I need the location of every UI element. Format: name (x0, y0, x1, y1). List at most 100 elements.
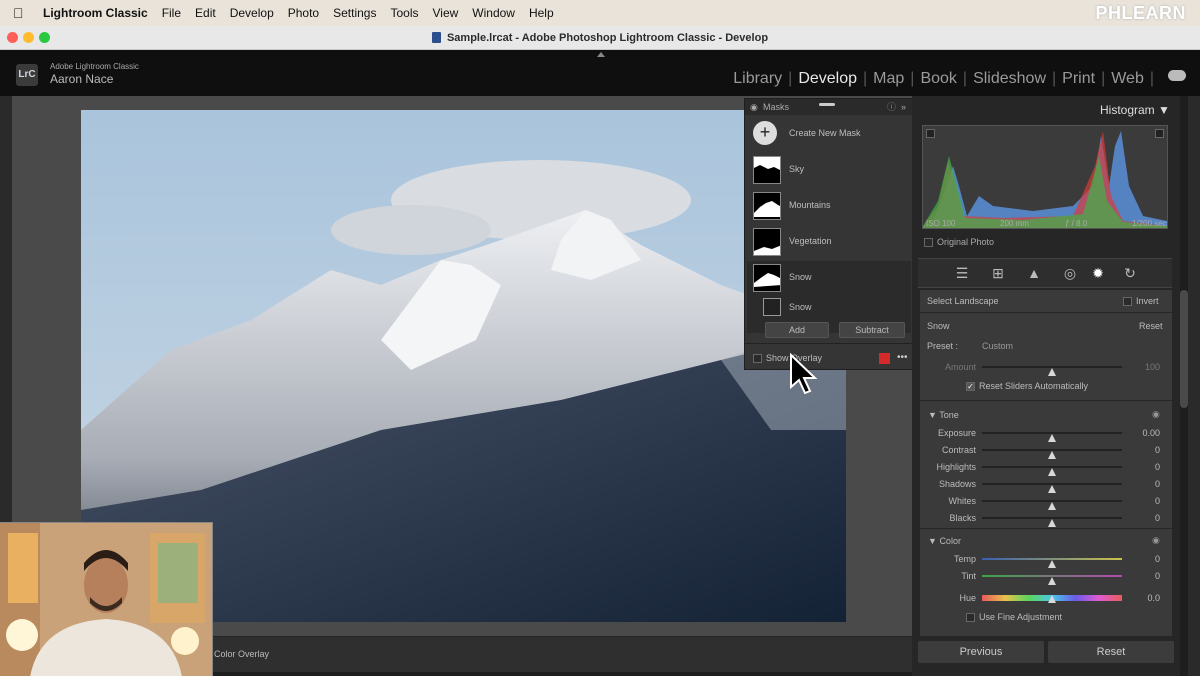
minimize-window-button[interactable] (23, 32, 34, 43)
checkbox-icon[interactable] (1123, 297, 1132, 307)
reset-sliders-checkbox[interactable]: ✓ Reset Sliders Automatically (966, 381, 1088, 392)
checkbox-icon[interactable] (924, 238, 933, 248)
highlights-slider[interactable] (982, 466, 1122, 476)
drag-handle[interactable] (819, 103, 835, 106)
slider-thumb[interactable] (1048, 485, 1056, 493)
histogram[interactable] (922, 125, 1168, 229)
slider-thumb[interactable] (1048, 451, 1056, 459)
temp-slider[interactable] (982, 558, 1122, 568)
menu-window[interactable]: Window (472, 6, 515, 20)
color-eye-icon[interactable]: ◉ (1152, 535, 1160, 546)
slider-thumb[interactable] (1048, 560, 1056, 568)
module-book[interactable]: Book (914, 70, 962, 88)
slider-thumb[interactable] (1048, 502, 1056, 510)
landscape-component-icon[interactable] (763, 298, 781, 316)
preset-select[interactable]: Custom (982, 341, 1013, 351)
highlight-clipping-toggle[interactable] (1155, 129, 1164, 138)
more-options-icon[interactable]: ••• (897, 352, 908, 363)
close-window-button[interactable] (7, 32, 18, 43)
red-eye-icon[interactable]: ◎ (1062, 265, 1078, 281)
slider-label: Shadows (938, 479, 976, 489)
slider-thumb[interactable] (1048, 468, 1056, 476)
slider-value[interactable]: 0.00 (1126, 428, 1160, 438)
edit-sliders-icon[interactable]: ☰ (954, 265, 970, 281)
tone-eye-icon[interactable]: ◉ (1152, 409, 1160, 420)
menu-develop[interactable]: Develop (230, 6, 274, 20)
slider-thumb[interactable] (1048, 434, 1056, 442)
mask-item-vegetation[interactable]: Vegetation (745, 225, 913, 259)
create-new-mask-button[interactable]: Create New Mask (789, 128, 861, 138)
menu-tools[interactable]: Tools (390, 6, 418, 20)
menu-help[interactable]: Help (529, 6, 554, 20)
right-panel-scrollbar[interactable] (1180, 290, 1188, 408)
menu-file[interactable]: File (162, 6, 181, 20)
invert-checkbox[interactable]: Invert (1123, 296, 1159, 307)
add-mask-button[interactable]: Add (765, 322, 829, 338)
subtract-mask-button[interactable]: Subtract (839, 322, 905, 338)
mask-item-sky[interactable]: Sky (745, 153, 913, 187)
menu-photo[interactable]: Photo (288, 6, 319, 20)
menu-app[interactable]: Lightroom Classic (43, 6, 148, 20)
module-print[interactable]: Print (1056, 70, 1101, 88)
menu-view[interactable]: View (432, 6, 458, 20)
cloud-icon[interactable] (1168, 70, 1186, 81)
checkbox-icon[interactable] (966, 613, 975, 623)
create-mask-plus-icon[interactable]: + (753, 121, 777, 145)
crop-icon[interactable]: ⊞ (990, 265, 1006, 281)
checkbox-icon[interactable] (753, 354, 762, 364)
module-slideshow[interactable]: Slideshow (967, 70, 1052, 88)
reset-icon[interactable]: ↻ (1122, 265, 1138, 281)
slider-value[interactable]: 0 (1126, 554, 1160, 564)
exposure-slider[interactable] (982, 432, 1122, 442)
overlay-color-swatch[interactable] (879, 353, 890, 364)
amount-value[interactable]: 100 (1126, 362, 1160, 372)
fine-adjustment-checkbox[interactable]: Use Fine Adjustment (966, 612, 1062, 623)
whites-slider[interactable] (982, 500, 1122, 510)
healing-eraser-icon[interactable]: ▲ (1026, 265, 1042, 281)
slider-thumb[interactable] (1048, 519, 1056, 527)
module-web[interactable]: Web (1105, 70, 1150, 88)
color-section-header[interactable]: ▼ Color (928, 536, 961, 546)
histogram-header[interactable]: Histogram ▼ (1100, 103, 1170, 117)
tone-section-header[interactable]: ▼ Tone (928, 410, 959, 420)
module-map[interactable]: Map (867, 70, 910, 88)
hue-slider[interactable] (982, 595, 1122, 603)
tint-slider[interactable] (982, 575, 1122, 585)
collapse-top-panel-icon[interactable] (597, 52, 605, 57)
original-photo-checkbox[interactable]: Original Photo (924, 237, 994, 248)
slider-value[interactable]: 0 (1126, 513, 1160, 523)
mask-item-snow[interactable]: Snow (745, 261, 913, 295)
slider-value[interactable]: 0.0 (1126, 593, 1160, 603)
slider-value[interactable]: 0 (1126, 571, 1160, 581)
previous-button[interactable]: Previous (918, 641, 1044, 663)
reset-button[interactable]: Reset (1048, 641, 1174, 663)
module-develop[interactable]: Develop (792, 70, 863, 88)
amount-slider[interactable] (982, 366, 1122, 376)
right-panel-edge[interactable] (1188, 96, 1200, 676)
slider-value[interactable]: 0 (1126, 479, 1160, 489)
collapse-icon[interactable]: » (901, 99, 906, 115)
module-library[interactable]: Library (727, 70, 788, 88)
menu-edit[interactable]: Edit (195, 6, 216, 20)
mask-component-label[interactable]: Snow (789, 302, 812, 312)
checkmark-icon[interactable]: ✓ (966, 382, 975, 392)
slider-thumb[interactable] (1048, 368, 1056, 376)
masking-icon[interactable]: ✹ (1090, 265, 1106, 281)
mask-item-mountains[interactable]: Mountains (745, 189, 913, 223)
slider-value[interactable]: 0 (1126, 445, 1160, 455)
slider-value[interactable]: 0 (1126, 496, 1160, 506)
eye-icon[interactable]: ◉ (750, 99, 758, 115)
apple-icon[interactable]:  (13, 0, 29, 26)
overlay-mode-select[interactable]: Color Overlay (214, 649, 269, 659)
contrast-slider[interactable] (982, 449, 1122, 459)
shadows-slider[interactable] (982, 483, 1122, 493)
zoom-window-button[interactable] (39, 32, 50, 43)
help-icon[interactable]: ⓘ (887, 99, 896, 115)
slider-thumb[interactable] (1048, 595, 1056, 603)
blacks-slider[interactable] (982, 517, 1122, 527)
shadow-clipping-toggle[interactable] (926, 129, 935, 138)
slider-thumb[interactable] (1048, 577, 1056, 585)
menu-settings[interactable]: Settings (333, 6, 376, 20)
reset-mask-button[interactable]: Reset (1139, 321, 1163, 331)
slider-value[interactable]: 0 (1126, 462, 1160, 472)
